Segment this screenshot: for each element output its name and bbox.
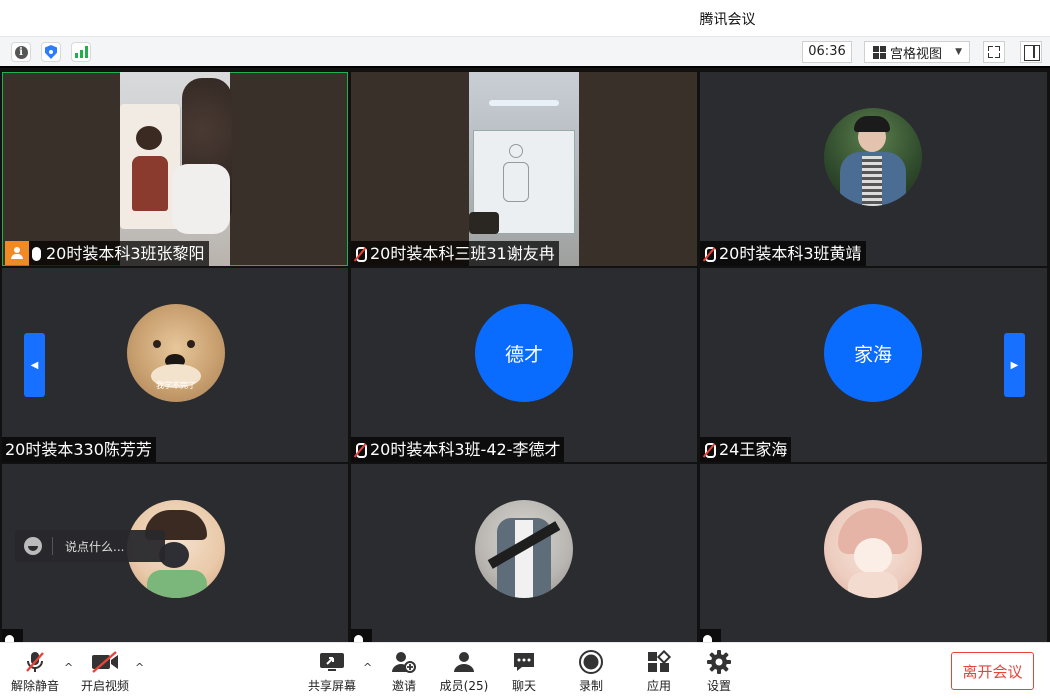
shield-icon[interactable]: [41, 42, 61, 62]
avatar: 我学不完了: [127, 304, 225, 402]
chat-placeholder: 说点什么...: [65, 539, 125, 554]
emoji-icon[interactable]: [24, 537, 42, 555]
members-button[interactable]: 成员(25): [434, 649, 494, 694]
participant-name: 20时装本科三班31谢友冉: [370, 244, 555, 263]
add-user-icon: [374, 649, 434, 675]
participant-nameplate: 24王家海: [700, 437, 792, 462]
share-screen-icon: [302, 649, 362, 675]
participant-nameplate: [700, 629, 721, 642]
title-bar: 腾讯会议: [0, 0, 1050, 36]
arrow-left-icon: ◀: [30, 359, 39, 371]
sidebar-toggle-button[interactable]: [1020, 41, 1042, 63]
participant-nameplate: 20时装本科3班张黎阳: [29, 241, 209, 266]
invite-label: 邀请: [391, 679, 416, 693]
host-badge-icon: [5, 241, 29, 265]
start-video-label: 开启视频: [80, 679, 129, 693]
avatar-caption: 我学不完了: [156, 381, 196, 390]
unmute-label: 解除静音: [10, 679, 59, 693]
participant-nameplate: [351, 629, 372, 642]
participant-tile[interactable]: 20时装本科3班黄靖: [700, 72, 1047, 266]
arrow-right-icon: ▶: [1010, 359, 1019, 371]
participant-tile[interactable]: 德才 20时装本科3班-42-李德才: [351, 268, 697, 462]
meeting-timer: 06:36: [802, 41, 852, 63]
start-video-button[interactable]: 开启视频: [75, 649, 135, 694]
mic-muted-icon: [5, 649, 65, 675]
chat-label: 聊天: [511, 679, 536, 693]
grid-view-icon: [873, 45, 886, 59]
record-button[interactable]: 录制: [561, 649, 621, 694]
members-label: 成员(25): [439, 679, 489, 693]
participant-name: 20时装本科3班黄靖: [719, 244, 862, 263]
participant-nameplate: 20时装本330陈芳芳: [2, 437, 156, 462]
participant-nameplate: 20时装本科3班黄靖: [700, 241, 866, 266]
participant-tile[interactable]: 家海 24王家海: [700, 268, 1047, 462]
settings-button[interactable]: 设置: [689, 649, 749, 694]
avatar: [824, 108, 922, 206]
apps-icon: [629, 649, 689, 675]
chat-quick-input[interactable]: 说点什么...: [15, 530, 165, 562]
apps-label: 应用: [646, 679, 671, 693]
microphone-icon: [703, 634, 712, 642]
participant-tile[interactable]: 20时装本科3班张黎阳: [2, 72, 348, 266]
apps-button[interactable]: 应用: [629, 649, 689, 694]
prev-page-button[interactable]: ◀: [24, 333, 45, 397]
record-label: 录制: [578, 679, 603, 693]
mic-muted-icon: [354, 246, 367, 262]
members-icon: [434, 649, 494, 675]
next-page-button[interactable]: ▶: [1004, 333, 1025, 397]
invite-button[interactable]: 邀请: [374, 649, 434, 694]
participant-name: 20时装本330陈芳芳: [5, 440, 152, 459]
video-off-icon: [75, 649, 135, 675]
record-icon: [561, 649, 621, 675]
fullscreen-button[interactable]: [983, 41, 1005, 63]
participant-tile[interactable]: 我学不完了 20时装本330陈芳芳: [2, 268, 348, 462]
microphone-icon: [5, 634, 14, 642]
mic-muted-icon: [703, 246, 716, 262]
mic-muted-icon: [703, 442, 716, 458]
participant-nameplate: 20时装本科三班31谢友冉: [351, 241, 559, 266]
signal-icon[interactable]: [71, 42, 91, 62]
caret-down-icon: ▼: [955, 47, 962, 57]
settings-label: 设置: [706, 679, 731, 693]
participant-name: 20时装本科3班-42-李德才: [370, 440, 561, 459]
avatar-initials: 家海: [824, 304, 922, 402]
avatar-initials: 德才: [475, 304, 573, 402]
view-mode-dropdown[interactable]: 宫格视图 ▼: [864, 41, 970, 63]
meeting-toolbar: i 06:36 宫格视图 ▼: [0, 36, 1050, 66]
participant-name: 20时装本科3班张黎阳: [46, 244, 205, 263]
participant-name: 24王家海: [719, 440, 788, 459]
chevron-up-icon[interactable]: ^: [64, 661, 73, 674]
window-title: 腾讯会议: [699, 12, 756, 28]
share-screen-label: 共享屏幕: [307, 679, 356, 693]
chevron-up-icon[interactable]: ^: [363, 661, 372, 674]
avatar: [475, 500, 573, 598]
share-screen-button[interactable]: 共享屏幕: [302, 649, 362, 694]
participant-tile[interactable]: 20时装本科三班31谢友冉: [351, 72, 697, 266]
avatar: [824, 500, 922, 598]
microphone-icon: [32, 246, 41, 261]
view-mode-label: 宫格视图: [890, 46, 943, 62]
mic-muted-icon: [354, 442, 367, 458]
unmute-button[interactable]: 解除静音: [5, 649, 65, 694]
participant-video: [120, 72, 232, 266]
participant-nameplate: 20时装本科3班-42-李德才: [351, 437, 565, 462]
leave-meeting-button[interactable]: 离开会议: [951, 652, 1034, 690]
gear-icon: [689, 649, 749, 675]
participant-nameplate: [2, 629, 23, 642]
divider: [52, 537, 53, 555]
chat-button[interactable]: 聊天: [494, 649, 554, 694]
info-icon[interactable]: i: [11, 42, 31, 62]
participant-tile[interactable]: [700, 464, 1047, 642]
control-bar: 解除静音 ^ 开启视频 ^ 共享屏幕 ^ 邀请 成员(25) 聊天 录制 应用 …: [0, 642, 1050, 699]
chat-icon: [494, 649, 554, 675]
chevron-up-icon[interactable]: ^: [135, 661, 144, 674]
microphone-icon: [354, 634, 363, 642]
participant-video: [469, 72, 579, 266]
participant-tile[interactable]: [351, 464, 697, 642]
